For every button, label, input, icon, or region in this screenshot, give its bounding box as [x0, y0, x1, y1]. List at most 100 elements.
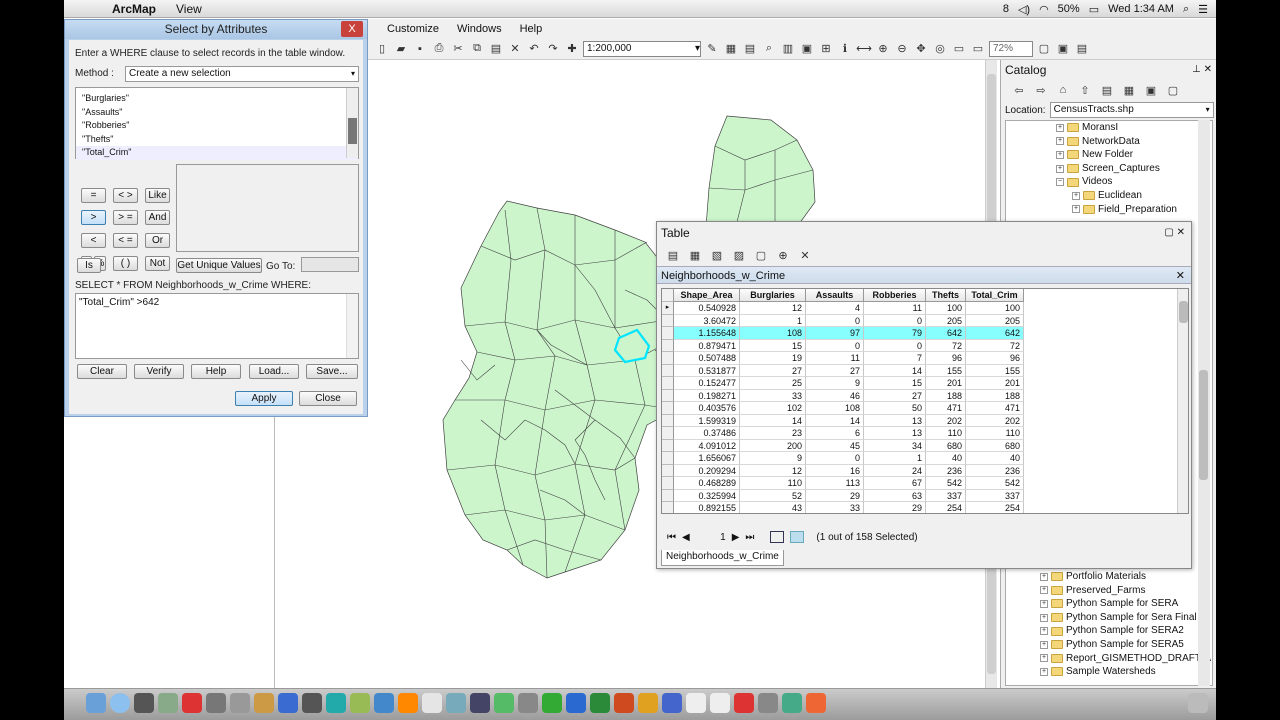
table-cell[interactable]: 680 [926, 439, 966, 452]
expression-scrollbar[interactable] [346, 294, 358, 358]
row-selector[interactable] [662, 377, 674, 390]
editor-icon[interactable]: ✎ [704, 41, 720, 57]
table-cell[interactable]: 0.531877 [674, 364, 740, 377]
table-row[interactable]: 0.531877 27 27 14 155 155 [662, 364, 1024, 377]
table-cell[interactable]: 642 [966, 327, 1024, 340]
table-cell[interactable]: 542 [926, 477, 966, 490]
table-row[interactable]: 0.468289 110 113 67 542 542 [662, 477, 1024, 490]
table-cell[interactable]: 45 [806, 439, 864, 452]
table-cell[interactable]: 0.152477 [674, 377, 740, 390]
app-icon[interactable] [518, 693, 538, 713]
back-icon[interactable]: ⇦ [1011, 82, 1027, 98]
table-cell[interactable]: 0 [864, 314, 926, 327]
table-cell[interactable]: 25 [740, 377, 806, 390]
column-header[interactable]: Shape_Area [674, 289, 740, 302]
less-equal-button[interactable]: < = [113, 233, 138, 248]
scroll-thumb[interactable] [1199, 370, 1208, 480]
pan-icon[interactable]: ✥ [913, 41, 929, 57]
tree-item[interactable]: + Python Sample for SERA2 [1040, 624, 1184, 638]
tree-item[interactable]: + Python Sample for SERA [1040, 597, 1178, 611]
table-cell[interactable]: 3.60472 [674, 314, 740, 327]
table-row[interactable]: 0.209294 12 16 24 236 236 [662, 464, 1024, 477]
menu-view[interactable]: View [166, 2, 212, 16]
table-cell[interactable]: 201 [926, 377, 966, 390]
app-icon[interactable] [422, 693, 442, 713]
table-cell[interactable]: 102 [740, 402, 806, 415]
is-button[interactable]: Is [77, 258, 101, 273]
column-header[interactable]: Burglaries [740, 289, 806, 302]
column-header[interactable]: Robberies [864, 289, 926, 302]
show-all-records-icon[interactable] [770, 531, 785, 543]
zoom-in-fixed-icon[interactable]: ⊕ [875, 41, 891, 57]
fields-list[interactable]: "Burglaries" "Assaults" "Robberies" "The… [75, 87, 359, 160]
row-selector[interactable] [662, 452, 674, 465]
table-row[interactable]: 3.60472 1 0 0 205 205 [662, 314, 1024, 327]
table-cell[interactable]: 205 [966, 314, 1024, 327]
table-cell[interactable]: 29 [806, 489, 864, 502]
row-selector[interactable] [662, 339, 674, 352]
table-cell[interactable]: 337 [966, 489, 1024, 502]
delete-selected-icon[interactable]: ✕ [797, 247, 813, 263]
table-cell[interactable]: 23 [740, 427, 806, 440]
table-cell[interactable]: 46 [806, 389, 864, 402]
app-icon[interactable] [710, 693, 730, 713]
toggle-draft-icon[interactable]: ▢ [1036, 41, 1052, 57]
table-cell[interactable]: 1 [740, 314, 806, 327]
change-layout-icon[interactable]: ▤ [1074, 41, 1090, 57]
pdf-icon[interactable] [734, 693, 754, 713]
select-by-attributes-icon[interactable]: ▧ [709, 247, 725, 263]
goto-input[interactable] [301, 257, 359, 272]
focus-frame-icon[interactable]: ▣ [1055, 41, 1071, 57]
table-row[interactable]: 0.507488 19 11 7 96 96 [662, 352, 1024, 365]
table-cell[interactable]: 33 [740, 389, 806, 402]
clear-selection-icon[interactable]: ▢ [753, 247, 769, 263]
values-list[interactable] [176, 164, 359, 252]
table-cell[interactable]: 52 [740, 489, 806, 502]
catalog-scrollbar[interactable] [1198, 120, 1210, 686]
fields-scrollbar[interactable] [346, 88, 358, 158]
expand-icon[interactable]: + [1040, 613, 1048, 622]
app-icon[interactable] [158, 693, 178, 713]
table-cell[interactable]: 13 [864, 414, 926, 427]
close-button[interactable]: Close [299, 391, 357, 406]
expression-textarea[interactable]: "Total_Crim" >642 [75, 293, 359, 359]
verify-button[interactable]: Verify [134, 364, 184, 379]
location-select[interactable]: CensusTracts.shp ▾ [1049, 102, 1214, 118]
arctoolbox-icon[interactable]: ▥ [780, 41, 796, 57]
menu-windows[interactable]: Windows [448, 23, 511, 35]
expand-icon[interactable]: + [1040, 667, 1048, 676]
tree-item[interactable]: + MoransI [1056, 121, 1118, 135]
map-scale-select[interactable]: 1:200,000 ▾ [583, 40, 701, 57]
apply-button[interactable]: Apply [235, 391, 293, 406]
table-cell[interactable]: 96 [926, 352, 966, 365]
table-cell[interactable]: 1.599319 [674, 414, 740, 427]
table-cell[interactable]: 200 [740, 439, 806, 452]
row-selector[interactable] [662, 427, 674, 440]
table-titlebar[interactable]: Table ▢ ✕ [657, 222, 1191, 244]
table-cell[interactable]: 0 [806, 339, 864, 352]
table-tab-neighborhoods[interactable]: Neighborhoods_w_Crime [661, 550, 784, 566]
table-cell[interactable]: 9 [740, 452, 806, 465]
clear-button[interactable]: Clear [77, 364, 127, 379]
app-icon[interactable] [206, 693, 226, 713]
table-options-icon[interactable]: ▤ [665, 247, 681, 263]
volume-icon[interactable]: ◁) [1018, 3, 1030, 16]
layout-zoom-icon[interactable]: ▭ [970, 41, 986, 57]
open-folder-icon[interactable]: ▰ [393, 41, 409, 57]
table-row[interactable]: 1.155648 108 97 79 642 642 [662, 327, 1024, 340]
new-document-icon[interactable]: ▯ [374, 41, 390, 57]
options-icon[interactable]: ▣ [1143, 82, 1159, 98]
powerpoint-icon[interactable] [614, 693, 634, 713]
table-cell[interactable]: 337 [926, 489, 966, 502]
table-cell[interactable]: 100 [926, 302, 966, 315]
and-button[interactable]: And [145, 210, 170, 225]
scroll-thumb[interactable] [1179, 301, 1188, 323]
table-cell[interactable]: 27 [864, 389, 926, 402]
previous-record-icon[interactable]: ◀ [682, 532, 690, 543]
trash-icon[interactable] [1188, 693, 1208, 713]
row-selector[interactable] [662, 477, 674, 490]
app-icon[interactable] [350, 693, 370, 713]
table-cell[interactable]: 67 [864, 477, 926, 490]
expand-icon[interactable]: + [1072, 191, 1080, 200]
table-cell[interactable]: 113 [806, 477, 864, 490]
